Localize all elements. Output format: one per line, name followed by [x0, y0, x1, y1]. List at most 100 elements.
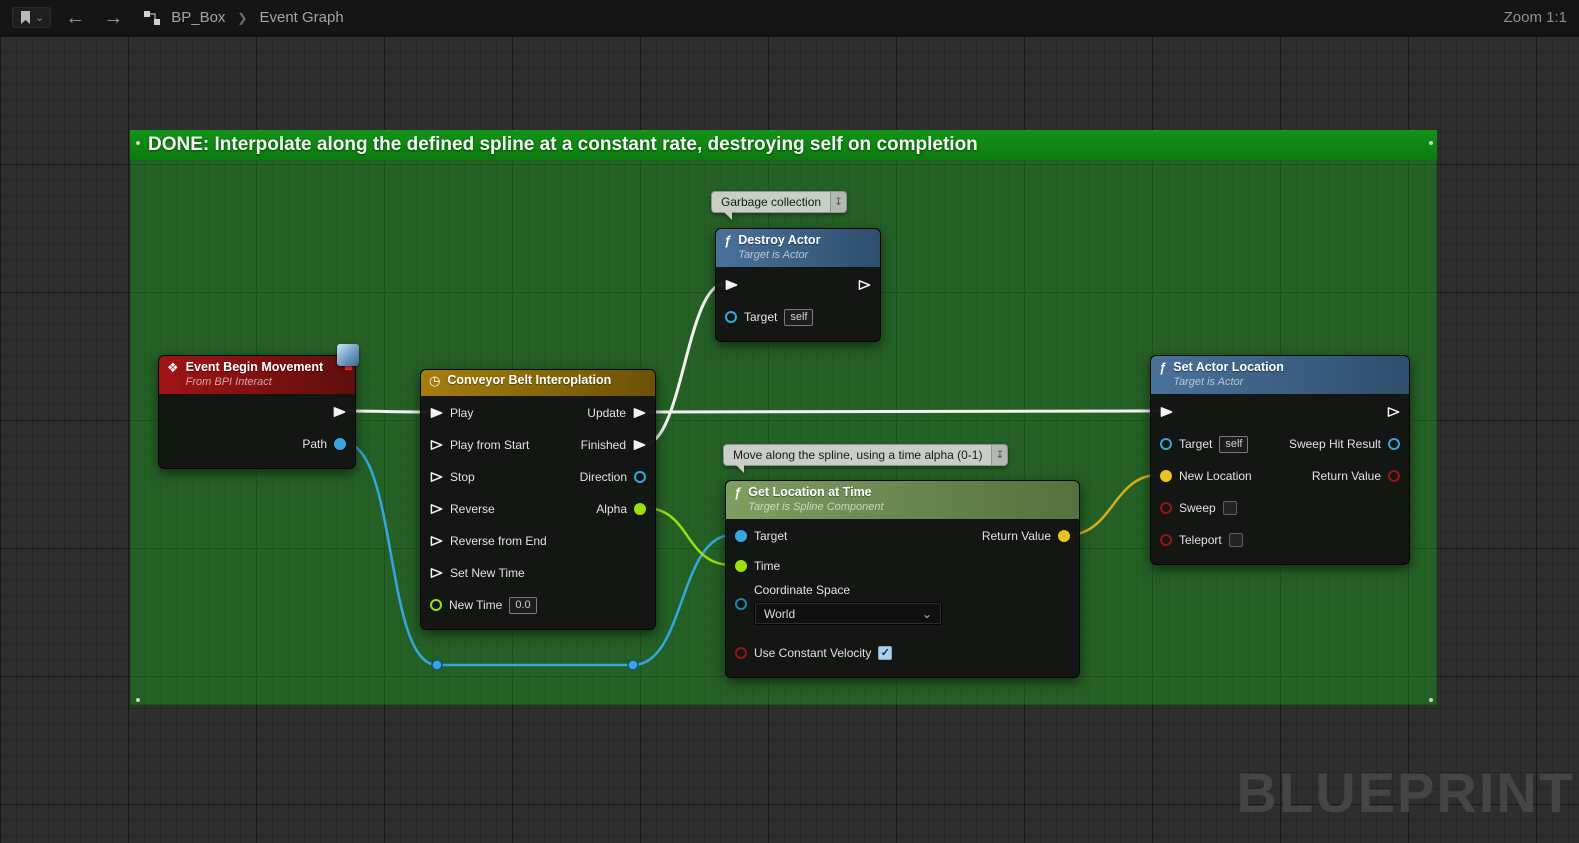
pin-label: Reverse	[450, 502, 495, 516]
node-header[interactable]: ƒ Set Actor Location Target is Actor	[1151, 356, 1409, 394]
bool-pin-return-value[interactable]	[1388, 470, 1400, 482]
node-get-location-at-time[interactable]: ƒ Get Location at Time Target is Spline …	[725, 480, 1080, 678]
pin-label: New Time	[449, 598, 503, 612]
object-pin-direction[interactable]	[634, 471, 646, 483]
exec-pin-out[interactable]	[333, 406, 346, 418]
exec-pin-reverse-from-end[interactable]	[430, 535, 443, 547]
blueprint-editor: ⌄ ← → BP_Box ❯ Event Graph Zoom 1:1 BLUE…	[0, 0, 1579, 843]
coordinate-space-dropdown[interactable]: World ⌄	[754, 602, 942, 625]
pin-icon[interactable]: ↧	[992, 444, 1009, 466]
target-value-field[interactable]: self	[1219, 435, 1249, 453]
event-icon: ❖	[167, 360, 179, 375]
pin-row-exec-out	[159, 396, 355, 428]
pin-label: Return Value	[1311, 469, 1381, 483]
exec-pin-in[interactable]	[725, 279, 738, 291]
node-header[interactable]: ❖ Event Begin Movement From BPI Interact	[159, 356, 355, 394]
node-title: Get Location at Time	[748, 485, 872, 499]
exec-pin-play[interactable]	[430, 407, 443, 419]
object-pin-target[interactable]	[735, 530, 747, 542]
pin-icon[interactable]: ↧	[831, 191, 848, 213]
node-set-actor-location[interactable]: ƒ Set Actor Location Target is Actor Tar…	[1150, 355, 1410, 565]
teleport-checkbox[interactable]	[1228, 533, 1243, 547]
bool-pin-teleport[interactable]	[1160, 534, 1172, 546]
node-header[interactable]: ƒ Destroy Actor Target is Actor	[716, 229, 880, 267]
sweep-checkbox[interactable]	[1222, 501, 1237, 515]
comment-handle[interactable]	[136, 698, 140, 702]
comment-handle[interactable]	[136, 141, 140, 145]
target-value-field[interactable]: self	[784, 308, 814, 326]
pin-label: Coordinate Space	[754, 583, 851, 597]
pin-label: Alpha	[596, 502, 627, 516]
node-header[interactable]: ƒ Get Location at Time Target is Spline …	[726, 481, 1079, 519]
object-pin-path[interactable]	[334, 438, 346, 450]
breadcrumb-current[interactable]: Event Graph	[259, 9, 343, 26]
comment-handle[interactable]	[1429, 141, 1433, 145]
comment-title: DONE: Interpolate along the defined spli…	[148, 134, 978, 155]
node-title: Event Begin Movement	[185, 360, 324, 374]
interface-event-icon	[337, 344, 359, 366]
exec-pin-in[interactable]	[1160, 406, 1173, 418]
zoom-level-label: Zoom 1:1	[1503, 9, 1567, 26]
exec-pin-finished[interactable]	[633, 439, 646, 451]
new-time-value-field[interactable]: 0.0	[509, 596, 537, 614]
toolbar: ⌄ ← → BP_Box ❯ Event Graph Zoom 1:1	[0, 0, 1579, 36]
function-icon: ƒ	[1159, 360, 1167, 375]
float-pin-time[interactable]	[735, 560, 747, 572]
exec-pin-out[interactable]	[858, 279, 871, 291]
pin-label: Finished	[580, 438, 626, 452]
breadcrumb-root[interactable]: BP_Box	[171, 9, 225, 26]
enum-pin-coordinate-space[interactable]	[735, 598, 747, 610]
bookmark-button[interactable]: ⌄	[12, 7, 52, 28]
back-button[interactable]: ←	[61, 8, 89, 28]
use-constant-velocity-checkbox[interactable]: ✓	[878, 646, 893, 660]
bubble-text: Garbage collection	[711, 191, 832, 213]
comment-handle[interactable]	[1429, 698, 1433, 702]
exec-pin-reverse[interactable]	[430, 503, 443, 515]
vector-pin-return-value[interactable]	[1058, 530, 1070, 542]
node-event-begin-movement[interactable]: ❖ Event Begin Movement From BPI Interact…	[158, 344, 359, 469]
exec-pin-out[interactable]	[1387, 406, 1400, 418]
pin-label: Teleport	[1179, 533, 1222, 547]
bool-pin-use-constant-velocity[interactable]	[735, 647, 747, 659]
float-pin-alpha[interactable]	[634, 503, 646, 515]
exec-pin-update[interactable]	[633, 407, 646, 419]
bubble-text: Move along the spline, using a time alph…	[723, 444, 993, 466]
pin-label: Sweep Hit Result	[1288, 437, 1381, 451]
blueprint-watermark: BLUEPRINT	[1236, 761, 1575, 824]
object-pin-target[interactable]	[1160, 438, 1172, 450]
object-pin-target[interactable]	[725, 311, 737, 323]
comment-titlebar[interactable]: DONE: Interpolate along the defined spli…	[130, 130, 1437, 160]
pin-label: Return Value	[981, 529, 1051, 543]
exec-pin-set-new-time[interactable]	[430, 567, 443, 579]
float-pin-new-time[interactable]	[430, 599, 442, 611]
pin-label: Target	[1179, 437, 1213, 451]
object-pin-sweep-hit-result[interactable]	[1388, 438, 1400, 450]
pin-label: Reverse from End	[450, 534, 547, 548]
node-conveyor-belt-interpolation[interactable]: ◷ Conveyor Belt Interoplation Play Play …	[420, 369, 656, 630]
node-subtitle: Target is Spline Component	[748, 500, 884, 513]
graph-icon	[144, 10, 161, 25]
pin-label: New Location	[1179, 469, 1252, 483]
bookmark-chevron-icon: ⌄	[35, 11, 45, 24]
pin-label: Update	[587, 406, 626, 420]
exec-pin-stop[interactable]	[430, 471, 443, 483]
pin-label: Target	[754, 529, 788, 543]
clock-icon: ◷	[429, 373, 441, 388]
pin-label: Use Constant Velocity	[754, 646, 872, 660]
vector-pin-new-location[interactable]	[1160, 470, 1172, 482]
comment-bubble-get-location: Move along the spline, using a time alph…	[723, 444, 1009, 473]
node-title: Conveyor Belt Interoplation	[447, 373, 612, 387]
pin-label: Time	[754, 559, 781, 573]
pin-label: Sweep	[1179, 501, 1216, 515]
forward-button[interactable]: →	[99, 8, 127, 28]
node-header[interactable]: ◷ Conveyor Belt Interoplation	[421, 370, 655, 396]
pin-label: Stop	[450, 470, 475, 484]
function-icon: ƒ	[724, 233, 732, 248]
node-destroy-actor[interactable]: ƒ Destroy Actor Target is Actor Target se…	[715, 228, 881, 342]
bool-pin-sweep[interactable]	[1160, 502, 1172, 514]
pin-label: Direction	[579, 470, 627, 484]
exec-pin-play-from-start[interactable]	[430, 439, 443, 451]
function-icon: ƒ	[734, 485, 742, 500]
node-title: Destroy Actor	[738, 233, 821, 247]
pin-row-path: Path	[159, 428, 355, 460]
